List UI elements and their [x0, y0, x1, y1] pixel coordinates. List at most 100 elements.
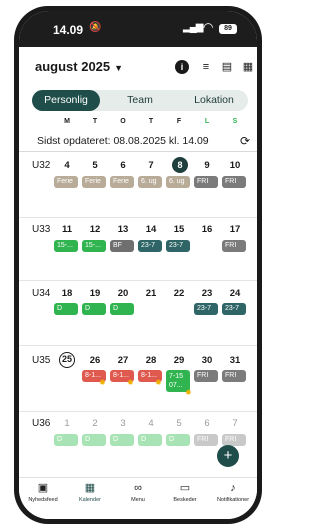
day-number[interactable]: 6 [194, 418, 220, 429]
day-number[interactable]: 20 [110, 288, 136, 299]
tab-team[interactable]: Team [106, 90, 174, 111]
shift-event[interactable]: D [138, 434, 162, 446]
shift-event[interactable]: D [54, 434, 78, 446]
day-number[interactable]: 30 [194, 355, 220, 366]
day-number[interactable]: 11 [54, 224, 80, 235]
day-number[interactable]: 17 [222, 224, 248, 235]
shift-event[interactable]: FRI [222, 176, 246, 188]
shift-event[interactable]: 6. ug [138, 176, 162, 188]
day-number[interactable]: 22 [166, 288, 192, 299]
day-number[interactable]: 15 [166, 224, 192, 235]
add-button[interactable]: + [217, 445, 239, 467]
shift-event[interactable]: Ferie [82, 176, 106, 188]
nav-label: Beskeder [173, 497, 197, 503]
sun-icon: ✹ [185, 388, 192, 397]
day-number[interactable]: 2 [82, 418, 108, 429]
day-number[interactable]: 5 [166, 418, 192, 429]
day-number[interactable]: 27 [110, 355, 136, 366]
shift-event[interactable]: D [110, 434, 134, 446]
day-number[interactable]: 6 [110, 160, 136, 171]
tab-lokation[interactable]: Lokation [180, 90, 248, 111]
week-number: U32 [32, 160, 51, 171]
shift-event[interactable]: D [166, 434, 190, 446]
nav-item-menu[interactable]: ∞ Menu [114, 481, 162, 503]
shift-event[interactable]: D [54, 303, 78, 315]
day-number[interactable]: 9 [194, 160, 220, 171]
status-time: 14.09 [53, 23, 84, 37]
nav-label: Kalender [78, 497, 102, 503]
week-number: U35 [32, 355, 51, 366]
day-number[interactable]: 1 [54, 418, 80, 429]
shift-event[interactable]: BF [110, 240, 134, 252]
shift-event[interactable]: FRI [222, 240, 246, 252]
week-number: U36 [32, 418, 51, 429]
day-number[interactable]: 21 [138, 288, 164, 299]
refresh-icon[interactable]: ⟳ [240, 134, 250, 148]
sun-icon: ✹ [99, 378, 106, 387]
day-number[interactable]: 7 [138, 160, 164, 171]
day-number[interactable]: 3 [110, 418, 136, 429]
day-number[interactable]: 5 [82, 160, 108, 171]
last-updated-text: Sidst opdateret: 08.08.2025 kl. 14.09 [37, 135, 209, 147]
shift-event[interactable]: 23-7 [222, 303, 246, 315]
day-number[interactable]: 14 [138, 224, 164, 235]
day-number[interactable]: 16 [194, 224, 220, 235]
list-view-icon[interactable]: ▤ [220, 60, 234, 74]
weekday-label: F [176, 118, 182, 125]
month-label: august 2025 [35, 59, 111, 74]
day-number[interactable]: 28 [138, 355, 164, 366]
shift-event[interactable]: FRI [194, 176, 218, 188]
day-number[interactable]: 4 [54, 160, 80, 171]
shift-event[interactable]: FRI [194, 434, 218, 446]
info-icon[interactable]: i [175, 60, 189, 74]
day-number[interactable]: 23 [194, 288, 220, 299]
filter-icon[interactable]: ≡ [199, 60, 213, 74]
day-number[interactable]: 12 [82, 224, 108, 235]
shift-event[interactable]: D [82, 434, 106, 446]
weekday-label: L [204, 118, 210, 125]
shift-event[interactable]: D [82, 303, 106, 315]
shift-event[interactable]: 15-... [54, 240, 78, 252]
day-number[interactable]: 13 [110, 224, 136, 235]
day-number[interactable]: 29 [166, 355, 192, 366]
shift-event[interactable]: D [110, 303, 134, 315]
shift-event[interactable]: 23-7 [138, 240, 162, 252]
shift-event[interactable]: Ferie [54, 176, 78, 188]
shift-event[interactable]: FRI [222, 370, 246, 382]
week-row: U32 4 5 6 7 8 9 10 Ferie Ferie Ferie 6. … [19, 152, 257, 218]
signal-icon: ▂▄▆ [183, 22, 203, 33]
shift-event[interactable]: 23-7 [166, 240, 190, 252]
day-number[interactable]: 24 [222, 288, 248, 299]
nav-item-beskeder[interactable]: ▭ Beskeder [161, 481, 209, 503]
week-row: U36 1 2 3 4 5 6 7 D D D D D FRI FRI [19, 412, 257, 477]
nav-item-kalender[interactable]: ▦ Kalender [66, 481, 114, 503]
day-number[interactable]: 18 [54, 288, 80, 299]
shift-event[interactable]: 23-7 [194, 303, 218, 315]
week-row: U35 25 26 27 28 29 30 31 8-1... 8-1... 8… [19, 346, 257, 412]
shift-event[interactable]: FRI [194, 370, 218, 382]
news-icon: ▣ [37, 482, 49, 494]
silent-bell-icon: 🔕 [89, 22, 102, 33]
weekday-label: O [120, 118, 126, 125]
day-number[interactable]: 31 [222, 355, 248, 366]
calendar-view-icon[interactable]: ▦ [241, 60, 255, 74]
day-number[interactable]: 10 [222, 160, 248, 171]
day-number[interactable]: 26 [82, 355, 108, 366]
week-row: U33 11 12 13 14 15 16 17 15-... 15-... B… [19, 218, 257, 281]
month-selector[interactable]: august 2025 ▼ [35, 59, 123, 74]
shift-event[interactable]: 6. ug [166, 176, 190, 188]
tab-personlig[interactable]: Personlig [32, 90, 100, 111]
today-marker[interactable]: 8 [172, 157, 188, 173]
week-number: U33 [32, 224, 51, 235]
sun-icon: ✹ [155, 378, 162, 387]
nav-item-notifikationer[interactable]: ♪ Notifikationer [209, 481, 257, 503]
day-number[interactable]: 7 [222, 418, 248, 429]
shift-event[interactable]: Ferie [110, 176, 134, 188]
nav-item-nyhedsfeed[interactable]: ▣ Nyhedsfeed [19, 481, 67, 503]
bell-icon: ♪ [230, 482, 236, 494]
shift-event[interactable]: 15-... [82, 240, 106, 252]
day-number[interactable]: 19 [82, 288, 108, 299]
phone-frame: 14.09 🔕 ▂▄▆ ◠ 89 august 2025 ▼ i ≡ ▤ ▦ Pe… [14, 6, 262, 524]
day-number[interactable]: 25 [59, 352, 75, 368]
day-number[interactable]: 4 [138, 418, 164, 429]
